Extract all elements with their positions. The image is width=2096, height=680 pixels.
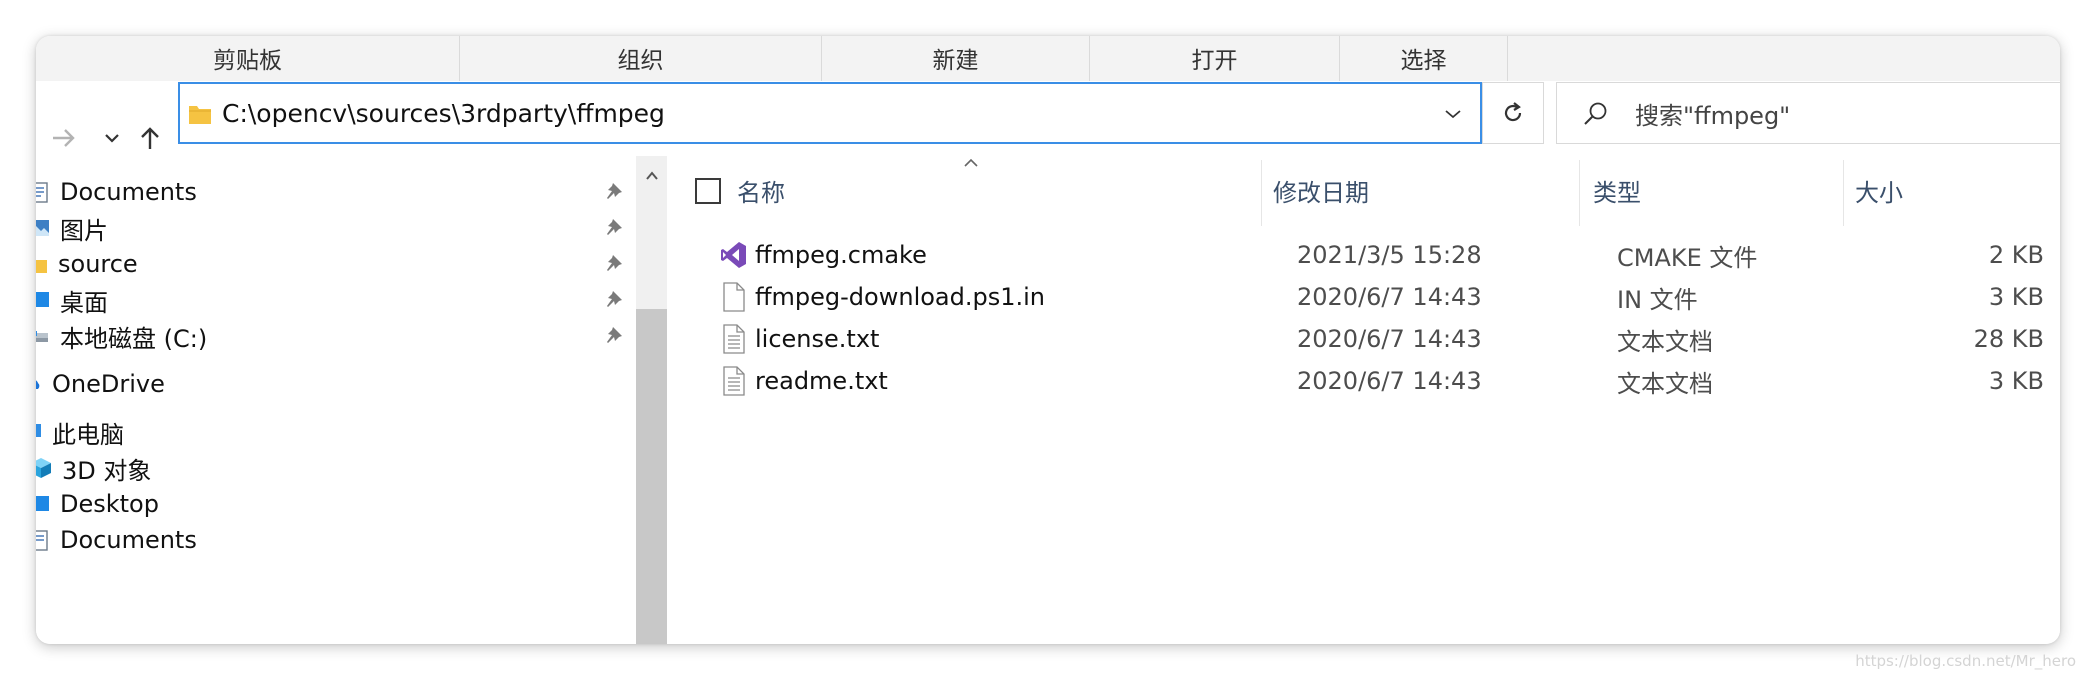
pin-icon[interactable] — [604, 253, 624, 273]
nav-item-label: 图片 — [60, 216, 108, 245]
file-size: 3 KB — [1988, 367, 2044, 395]
drive-icon — [36, 331, 48, 342]
file-date: 2020/6/7 14:43 — [1297, 283, 1482, 311]
documents-icon — [36, 182, 48, 203]
onedrive-icon — [36, 380, 40, 389]
ribbon-group-organize[interactable]: 组织 — [460, 36, 822, 81]
column-header-size[interactable]: 大小 — [1855, 166, 2035, 214]
column-divider[interactable] — [1843, 160, 1844, 226]
pin-icon[interactable] — [604, 325, 624, 345]
visual-studio-icon — [721, 242, 746, 268]
address-path[interactable]: C:\opencv\sources\3rdparty\ffmpeg — [222, 99, 665, 128]
nav-item-documents-2[interactable]: Documents — [36, 518, 197, 562]
file-date: 2020/6/7 14:43 — [1297, 367, 1482, 395]
arrow-up-icon — [141, 127, 159, 149]
pin-icon[interactable] — [604, 289, 624, 309]
nav-item-label: source — [58, 250, 138, 278]
ribbon: 剪贴板 组织 新建 打开 选择 — [36, 36, 2060, 81]
refresh-button[interactable] — [1482, 82, 1544, 144]
file-row[interactable]: ffmpeg-download.ps1.in 2020/6/7 14:43 IN… — [667, 276, 2060, 318]
pictures-icon — [36, 220, 49, 236]
chevron-down-icon — [105, 134, 119, 143]
nav-item-onedrive[interactable]: OneDrive — [36, 362, 165, 406]
this-pc-icon — [36, 424, 41, 437]
file-size: 3 KB — [1988, 283, 2044, 311]
file-size: 2 KB — [1988, 241, 2044, 269]
file-type: 文本文档 — [1617, 327, 1713, 356]
ribbon-group-new[interactable]: 新建 — [822, 36, 1090, 81]
chevron-up-icon — [645, 171, 658, 180]
desktop-icon — [36, 292, 49, 307]
nav-item-label: Documents — [60, 178, 197, 206]
scroll-thumb[interactable] — [636, 309, 667, 644]
text-file-icon — [723, 324, 745, 354]
file-name: readme.txt — [755, 367, 888, 395]
nav-item-label: 桌面 — [60, 288, 108, 317]
3d-objects-icon — [36, 458, 51, 478]
file-size: 28 KB — [1973, 325, 2044, 353]
column-header-label: 类型 — [1593, 178, 1641, 207]
column-header-date[interactable]: 修改日期 — [1273, 166, 1573, 214]
file-date: 2020/6/7 14:43 — [1297, 325, 1482, 353]
column-header-name[interactable]: 名称 — [737, 166, 1257, 214]
folder-icon — [36, 260, 47, 273]
nav-item-label: OneDrive — [52, 370, 165, 398]
column-header-label: 名称 — [737, 178, 785, 207]
file-row[interactable]: ffmpeg.cmake 2021/3/5 15:28 CMAKE 文件 2 K… — [667, 234, 2060, 276]
file-row[interactable]: readme.txt 2020/6/7 14:43 文本文档 3 KB — [667, 360, 2060, 402]
file-type: IN 文件 — [1617, 285, 1698, 314]
file-explorer-window: 剪贴板 组织 新建 打开 选择 C:\opencv\sources\3rdpar — [36, 36, 2060, 644]
column-header-type[interactable]: 类型 — [1593, 166, 1823, 214]
nav-item-label: Desktop — [60, 490, 159, 518]
blank-file-icon — [723, 282, 745, 312]
search-placeholder: 搜索"ffmpeg" — [1635, 101, 1791, 130]
file-date: 2021/3/5 15:28 — [1297, 241, 1482, 269]
file-list: 名称 修改日期 类型 大小 ffmpeg.cmake 2021/3/5 15:2… — [667, 156, 2060, 644]
folder-icon — [189, 106, 211, 124]
scroll-up-button[interactable] — [636, 156, 667, 196]
nav-pane-scrollbar[interactable] — [636, 156, 667, 644]
watermark: https://blog.csdn.net/Mr_hero — [1855, 652, 2076, 670]
desktop-icon — [36, 496, 49, 511]
navigation-pane: Documents 图片 source 桌面 本地磁盘 (C:) OneDriv… — [36, 156, 636, 644]
ribbon-group-open[interactable]: 打开 — [1090, 36, 1340, 81]
file-type: 文本文档 — [1617, 369, 1713, 398]
column-divider[interactable] — [1261, 160, 1262, 226]
text-file-icon — [723, 366, 745, 396]
nav-item-label: 此电脑 — [52, 420, 124, 449]
nav-item-local-disk[interactable]: 本地磁盘 (C:) — [36, 314, 207, 358]
pin-icon[interactable] — [604, 217, 624, 237]
nav-item-label: 本地磁盘 (C:) — [60, 324, 208, 353]
file-type: CMAKE 文件 — [1617, 243, 1758, 272]
documents-icon — [36, 530, 48, 551]
search-input[interactable]: 搜索"ffmpeg" — [1556, 82, 2060, 144]
ribbon-group-select[interactable]: 选择 — [1340, 36, 1508, 81]
column-header-label: 大小 — [1855, 178, 1903, 207]
arrow-right-icon — [53, 129, 75, 147]
address-bar[interactable]: C:\opencv\sources\3rdparty\ffmpeg — [178, 82, 1482, 144]
search-icon — [1584, 102, 1607, 125]
file-name: ffmpeg.cmake — [755, 241, 927, 269]
column-divider[interactable] — [1579, 160, 1580, 226]
file-name: license.txt — [755, 325, 880, 353]
select-all-checkbox[interactable] — [695, 178, 721, 204]
file-name: ffmpeg-download.ps1.in — [755, 283, 1046, 311]
refresh-icon — [1504, 102, 1522, 122]
chevron-down-icon[interactable] — [1444, 108, 1462, 120]
file-row[interactable]: license.txt 2020/6/7 14:43 文本文档 28 KB — [667, 318, 2060, 360]
nav-item-label: 3D 对象 — [62, 456, 152, 485]
nav-item-label: Documents — [60, 526, 197, 554]
column-header-label: 修改日期 — [1273, 178, 1369, 207]
ribbon-group-clipboard[interactable]: 剪贴板 — [36, 36, 460, 81]
pin-icon[interactable] — [604, 181, 624, 201]
